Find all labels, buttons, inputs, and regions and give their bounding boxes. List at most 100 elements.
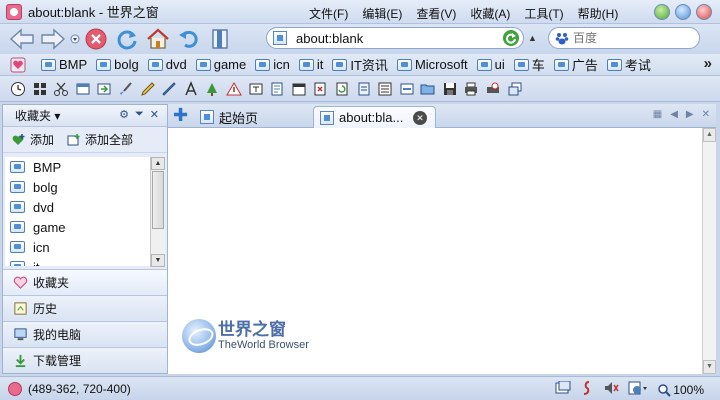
favorite-folder[interactable]: 车 bbox=[513, 55, 545, 74]
tree-scrollbar[interactable]: ▲ ▼ bbox=[150, 157, 165, 267]
favorite-folder[interactable]: icn bbox=[255, 57, 290, 72]
text-icon[interactable] bbox=[183, 80, 199, 97]
window-restore-icon[interactable] bbox=[507, 81, 523, 97]
brush-icon[interactable] bbox=[118, 81, 134, 97]
favorite-folder-label: IT资讯 bbox=[350, 58, 388, 73]
close-icon[interactable]: ✕ bbox=[413, 111, 427, 125]
favorite-folder[interactable]: it bbox=[298, 57, 323, 72]
favorite-folder[interactable]: dvd bbox=[147, 57, 187, 72]
scroll-down-icon[interactable]: ▼ bbox=[151, 254, 165, 267]
favorite-folder[interactable]: bolg bbox=[96, 57, 139, 72]
print-icon[interactable] bbox=[463, 81, 479, 97]
search-input[interactable] bbox=[573, 31, 683, 45]
favorite-folder[interactable]: IT资讯 bbox=[332, 55, 388, 74]
favorite-folder[interactable]: Microsoft bbox=[396, 57, 468, 72]
page-setup-icon[interactable] bbox=[628, 381, 648, 398]
tree-folder-item[interactable]: BMP bbox=[5, 157, 152, 177]
favorite-folder[interactable]: ui bbox=[476, 57, 505, 72]
ruler-icon[interactable] bbox=[161, 81, 177, 97]
mute-icon[interactable] bbox=[603, 381, 619, 398]
section-history[interactable]: 历史 bbox=[3, 295, 167, 321]
pencil-icon[interactable] bbox=[140, 81, 156, 97]
card-icon[interactable] bbox=[399, 81, 415, 97]
address-input[interactable] bbox=[296, 30, 506, 46]
tab-about-blank[interactable]: about:bla... ✕ bbox=[313, 106, 436, 128]
tree-folder-item[interactable]: icn bbox=[5, 237, 152, 257]
section-my-computer[interactable]: 我的电脑 bbox=[3, 321, 167, 347]
tab-prev-icon[interactable]: ◀ bbox=[670, 109, 678, 120]
page-icon[interactable] bbox=[269, 81, 285, 97]
tabs-grid-icon[interactable]: ▦ bbox=[653, 109, 662, 120]
home-button[interactable] bbox=[144, 26, 172, 52]
maximize-icon[interactable] bbox=[675, 4, 691, 20]
address-dropdown-icon[interactable]: ▲ bbox=[528, 33, 537, 43]
favorite-folder[interactable]: 考试 bbox=[606, 55, 651, 74]
tab-start-page[interactable]: 起始页 bbox=[194, 106, 308, 128]
menu-help[interactable]: 帮助(H) bbox=[571, 4, 626, 23]
tree-folder-item[interactable]: game bbox=[5, 217, 152, 237]
flash-icon[interactable] bbox=[580, 381, 594, 398]
favorite-folder[interactable]: 广告 bbox=[553, 55, 598, 74]
recycle-icon[interactable] bbox=[334, 81, 350, 97]
history-dropdown-button[interactable] bbox=[70, 26, 80, 52]
doc-icon[interactable] bbox=[356, 81, 372, 97]
close-page-icon[interactable] bbox=[312, 81, 328, 97]
undo-button[interactable] bbox=[175, 26, 203, 52]
menu-tools[interactable]: 工具(T) bbox=[517, 4, 570, 23]
favorites-more-button[interactable]: » bbox=[704, 55, 712, 72]
page-scrollbar[interactable]: ▲ ▼ bbox=[702, 128, 716, 374]
zoom-control[interactable]: 100% bbox=[657, 383, 704, 397]
tree-icon[interactable] bbox=[204, 81, 220, 97]
window-icon[interactable] bbox=[75, 81, 91, 97]
menu-file[interactable]: 文件(F) bbox=[302, 4, 355, 23]
go-window-icon[interactable] bbox=[96, 81, 112, 97]
tab-next-icon[interactable]: ▶ bbox=[686, 109, 694, 120]
tree-folder-item[interactable]: dvd bbox=[5, 197, 152, 217]
chevron-down-icon[interactable]: ⏷ bbox=[135, 108, 144, 121]
baidu-icon[interactable] bbox=[555, 31, 569, 45]
close-icon[interactable]: ✕ bbox=[150, 108, 159, 121]
forward-button[interactable] bbox=[39, 26, 67, 52]
close-icon[interactable] bbox=[696, 4, 712, 20]
menu-favorites[interactable]: 收藏(A) bbox=[463, 4, 517, 23]
favorite-folder[interactable]: game bbox=[195, 57, 246, 72]
folder-open-icon[interactable] bbox=[420, 81, 436, 97]
scroll-up-icon[interactable]: ▲ bbox=[151, 157, 165, 170]
calendar-icon[interactable] bbox=[291, 81, 307, 97]
go-button[interactable] bbox=[503, 30, 519, 46]
section-downloads[interactable]: 下载管理 bbox=[3, 347, 167, 373]
print-preview-icon[interactable] bbox=[485, 81, 501, 97]
web-page[interactable]: 世界之窗 TheWorld Browser bbox=[168, 128, 702, 374]
stop-button[interactable] bbox=[82, 26, 110, 52]
add-all-button[interactable]: 添加全部 bbox=[66, 131, 133, 148]
save-icon[interactable] bbox=[442, 81, 458, 97]
folder-icon bbox=[10, 241, 25, 253]
grid-icon[interactable] bbox=[32, 81, 48, 97]
clock-icon[interactable] bbox=[10, 81, 26, 97]
warning-icon[interactable] bbox=[226, 81, 242, 97]
add-favorite-button[interactable]: 添加 bbox=[11, 131, 54, 148]
refresh-button[interactable] bbox=[113, 26, 141, 52]
tab-close-all-icon[interactable]: ✕ bbox=[702, 109, 710, 120]
tree-folder-item[interactable]: it bbox=[5, 257, 152, 266]
gear-icon[interactable]: ⚙ bbox=[119, 108, 129, 121]
scroll-thumb[interactable] bbox=[152, 171, 164, 229]
section-favorites[interactable]: 收藏夹 bbox=[3, 269, 167, 295]
bookmark-button[interactable] bbox=[206, 26, 234, 52]
minimize-icon[interactable] bbox=[654, 4, 670, 20]
window-icon[interactable] bbox=[555, 380, 571, 398]
text-box-icon[interactable] bbox=[248, 81, 264, 97]
cut-icon[interactable] bbox=[53, 81, 69, 97]
panel-title-dropdown[interactable]: 收藏夹 ▾ bbox=[15, 107, 60, 124]
tree-folder-item[interactable]: bolg bbox=[5, 177, 152, 197]
menu-view[interactable]: 查看(V) bbox=[409, 4, 463, 23]
go-icon bbox=[506, 33, 516, 44]
new-tab-icon[interactable]: ✚ bbox=[173, 106, 189, 124]
back-button[interactable] bbox=[8, 26, 36, 52]
favorites-heart-button[interactable] bbox=[10, 57, 26, 73]
list-icon[interactable] bbox=[377, 81, 393, 97]
scroll-down-icon[interactable]: ▼ bbox=[703, 360, 716, 374]
menu-edit[interactable]: 编辑(E) bbox=[355, 4, 409, 23]
scroll-up-icon[interactable]: ▲ bbox=[703, 128, 716, 142]
favorite-folder[interactable]: BMP bbox=[41, 57, 87, 72]
